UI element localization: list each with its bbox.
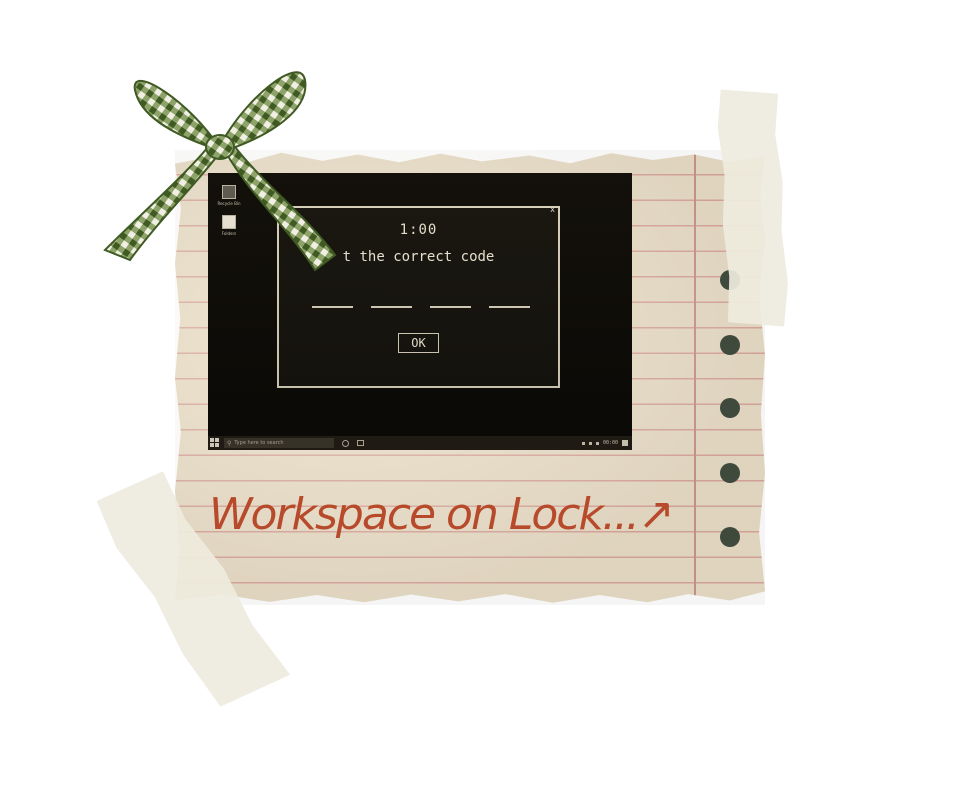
binder-hole xyxy=(720,335,740,355)
volume-icon[interactable] xyxy=(588,441,592,445)
battery-icon[interactable] xyxy=(595,441,599,445)
code-slot[interactable] xyxy=(489,306,530,308)
dialog-close-button[interactable]: x xyxy=(550,205,555,214)
search-icon: ⚲ xyxy=(227,439,232,447)
taskbar-search-input[interactable]: ⚲ Type here to search xyxy=(224,438,334,448)
cortana-icon[interactable] xyxy=(342,439,349,447)
code-slot[interactable] xyxy=(312,306,353,308)
system-tray: 00:00 xyxy=(581,440,628,446)
ok-button[interactable]: OK xyxy=(398,333,439,353)
code-slot[interactable] xyxy=(371,306,412,308)
gingham-bow-icon xyxy=(103,71,337,272)
taskbar: ⚲ Type here to search 00:00 xyxy=(208,436,632,450)
code-slot[interactable] xyxy=(430,306,471,308)
binder-hole xyxy=(720,527,740,547)
notification-icon[interactable] xyxy=(622,440,628,446)
windows-start-icon[interactable] xyxy=(210,438,220,448)
taskbar-clock[interactable]: 00:00 xyxy=(603,440,618,446)
network-icon[interactable] xyxy=(581,441,585,445)
task-view-icon[interactable] xyxy=(357,440,364,446)
binder-hole xyxy=(720,463,740,483)
code-input[interactable] xyxy=(312,306,530,310)
caption-title: Workspace on Lock...↗ xyxy=(209,489,675,540)
binder-hole xyxy=(720,398,740,418)
search-placeholder: Type here to search xyxy=(234,440,284,446)
